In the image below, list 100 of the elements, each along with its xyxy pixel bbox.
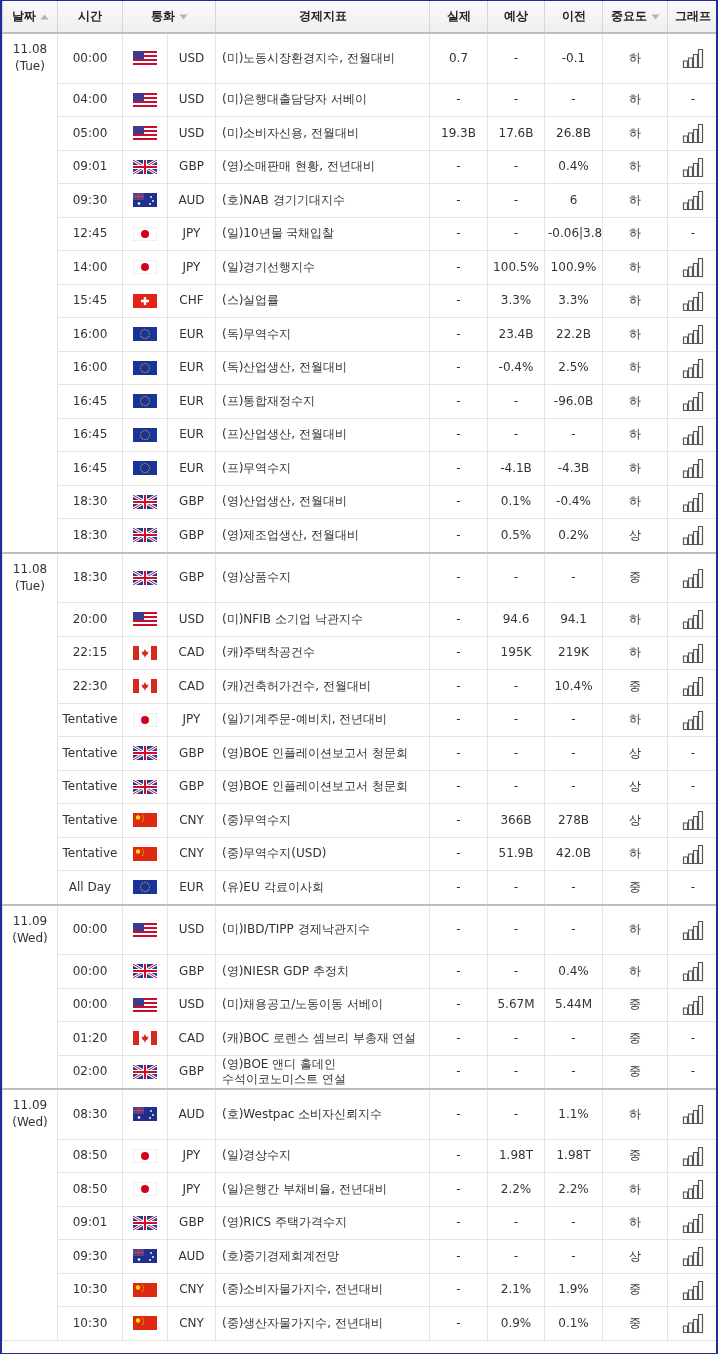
forecast-cell: 0.1% <box>487 485 545 519</box>
chart-icon[interactable] <box>682 257 704 278</box>
chart-icon[interactable] <box>682 709 704 730</box>
importance-cell: 상 <box>602 1239 668 1273</box>
chart-icon[interactable] <box>682 525 704 546</box>
weekday-text: (Wed) <box>11 929 49 947</box>
chart-icon[interactable] <box>682 1279 704 1300</box>
time-cell: 16:45 <box>57 418 123 452</box>
forecast-cell: 17.6B <box>487 116 545 150</box>
indicator-cell: (영)상품수지 <box>215 552 430 603</box>
indicator-cell: (캐)BOC 로렌스 셈브리 부총재 연설 <box>215 1021 430 1055</box>
chart-icon[interactable] <box>682 1246 704 1267</box>
chart-icon[interactable] <box>682 567 704 588</box>
chart-icon[interactable] <box>682 290 704 311</box>
currency-cell: JPY <box>167 703 216 737</box>
flag-icon <box>133 193 157 208</box>
actual-cell: - <box>429 636 488 670</box>
actual-cell: 19.3B <box>429 116 488 150</box>
previous-cell: - <box>544 1206 603 1240</box>
flag-icon <box>133 293 157 308</box>
actual-cell: - <box>429 1239 488 1273</box>
actual-cell: - <box>429 988 488 1022</box>
column-header[interactable]: 경제지표 <box>298 8 347 25</box>
actual-cell: - <box>429 250 488 284</box>
indicator-cell: (일)경상수지 <box>215 1139 430 1173</box>
forecast-cell: 195K <box>487 636 545 670</box>
time-cell: 08:50 <box>57 1139 123 1173</box>
chart-icon[interactable] <box>682 48 704 69</box>
previous-cell: - <box>544 1239 603 1273</box>
chart-icon[interactable] <box>682 324 704 345</box>
chart-icon[interactable] <box>682 491 704 512</box>
chart-icon[interactable] <box>682 609 704 630</box>
flag-icon <box>133 494 157 509</box>
forecast-cell: -0.4% <box>487 351 545 385</box>
column-header[interactable]: 시간 <box>78 8 102 25</box>
chart-icon[interactable] <box>682 458 704 479</box>
chart-icon[interactable] <box>682 424 704 445</box>
previous-cell: - <box>544 83 603 117</box>
time-cell: 09:01 <box>57 1206 123 1240</box>
actual-cell: - <box>429 485 488 519</box>
time-cell: 15:45 <box>57 284 123 318</box>
previous-cell: - <box>544 904 603 955</box>
actual-cell: - <box>429 1206 488 1240</box>
forecast-cell: 366B <box>487 803 545 837</box>
chart-icon[interactable] <box>682 1145 704 1166</box>
chart-icon[interactable] <box>682 919 704 940</box>
forecast-cell: 51.9B <box>487 837 545 871</box>
chart-icon[interactable] <box>682 1212 704 1233</box>
importance-cell: 하 <box>602 1206 668 1240</box>
time-cell: 16:00 <box>57 317 123 351</box>
forecast-cell: 2.2% <box>487 1172 545 1206</box>
forecast-cell: - <box>487 552 545 603</box>
previous-cell: 5.44M <box>544 988 603 1022</box>
forecast-cell: - <box>487 384 545 418</box>
currency-cell: EUR <box>167 451 216 485</box>
importance-cell: 하 <box>602 116 668 150</box>
currency-cell: CAD <box>167 669 216 703</box>
chart-icon[interactable] <box>682 810 704 831</box>
previous-cell: 1.98T <box>544 1139 603 1173</box>
actual-cell: - <box>429 83 488 117</box>
chart-icon[interactable] <box>682 1179 704 1200</box>
forecast-cell: - <box>487 83 545 117</box>
chart-icon[interactable] <box>682 391 704 412</box>
chart-icon[interactable] <box>682 357 704 378</box>
time-cell: 00:00 <box>57 33 123 83</box>
chart-icon[interactable] <box>682 676 704 697</box>
chart-icon[interactable] <box>682 642 704 663</box>
chart-icon[interactable] <box>682 961 704 982</box>
currency-cell: JPY <box>167 217 216 251</box>
chart-icon[interactable] <box>682 843 704 864</box>
chart-icon[interactable] <box>682 123 704 144</box>
flag-icon <box>133 1031 157 1046</box>
indicator-cell: (프)무역수지 <box>215 451 430 485</box>
currency-cell: GBP <box>167 736 216 770</box>
forecast-cell: - <box>487 736 545 770</box>
forecast-cell: - <box>487 1239 545 1273</box>
indicator-cell: (미)은행대출담당자 서베이 <box>215 83 430 117</box>
flag-icon <box>133 922 157 937</box>
chart-icon[interactable] <box>682 994 704 1015</box>
currency-cell: USD <box>167 904 216 955</box>
column-header[interactable]: 통화 <box>150 8 175 25</box>
time-cell: 09:30 <box>57 183 123 217</box>
importance-cell: 하 <box>602 636 668 670</box>
forecast-cell: - <box>487 1089 545 1139</box>
actual-cell: 0.7 <box>429 33 488 83</box>
time-cell: 00:00 <box>57 954 123 988</box>
actual-cell: - <box>429 736 488 770</box>
chart-icon[interactable] <box>682 1313 704 1334</box>
flag-icon <box>133 528 157 543</box>
chart-icon[interactable] <box>682 1104 704 1125</box>
forecast-cell: - <box>487 217 545 251</box>
currency-cell: USD <box>167 116 216 150</box>
flag-icon <box>133 226 157 241</box>
flag-icon <box>133 813 157 828</box>
chart-icon[interactable] <box>682 190 704 211</box>
importance-cell: 하 <box>602 250 668 284</box>
indicator-cell: (독)산업생산, 전월대비 <box>215 351 430 385</box>
flag-icon <box>133 746 157 761</box>
time-cell: 22:30 <box>57 669 123 703</box>
chart-icon[interactable] <box>682 156 704 177</box>
